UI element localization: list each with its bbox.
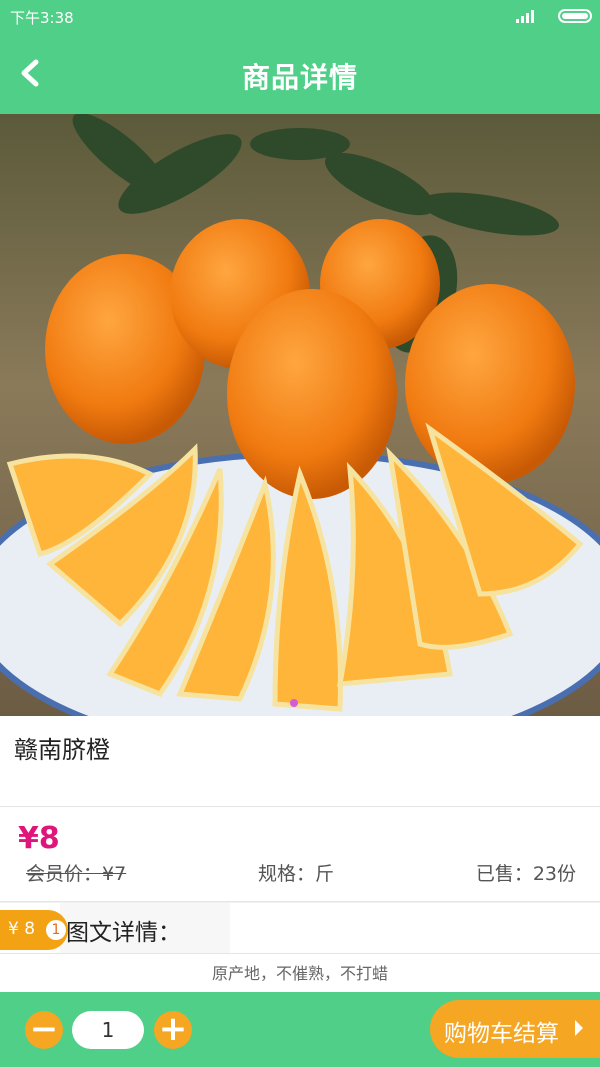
product-name: 赣南脐橙 <box>14 736 110 764</box>
product-image[interactable] <box>0 114 600 716</box>
product-description: 原产地，不催熟，不打蜡 <box>0 954 600 992</box>
quantity-input[interactable]: 1 <box>72 1011 144 1049</box>
product-spec: 规格：斤 <box>258 863 335 885</box>
bottom-action-bar: − 1 + 购物车结算 <box>0 992 600 1067</box>
chevron-right-icon <box>575 1020 583 1036</box>
member-price: 会员价：¥7 <box>26 863 127 885</box>
app-header: 商品详情 <box>0 32 600 114</box>
status-time: 下午3:38 <box>10 9 74 27</box>
decrease-quantity-button[interactable]: − <box>25 1011 63 1049</box>
product-name-section: 赣南脐橙 <box>0 716 600 807</box>
floating-cart-button[interactable]: ¥ 8 1 <box>0 910 68 950</box>
product-price: ¥8 <box>18 821 60 856</box>
detail-header: 图文详情： <box>0 903 600 954</box>
signal-icon <box>516 9 536 23</box>
cart-count-badge: 1 <box>46 920 66 940</box>
battery-icon <box>558 9 592 23</box>
status-bar: 下午3:38 <box>0 0 600 32</box>
sold-count: 已售：23份 <box>475 863 576 885</box>
page-title: 商品详情 <box>241 61 358 94</box>
detail-label: 图文详情： <box>66 920 181 946</box>
increase-quantity-button[interactable]: + <box>154 1011 192 1049</box>
price-section: ¥8 会员价：¥7 规格：斤 已售：23份 <box>0 807 600 902</box>
checkout-button[interactable]: 购物车结算 <box>430 1000 600 1058</box>
checkout-label: 购物车结算 <box>444 1021 559 1047</box>
carousel-indicator[interactable] <box>290 699 298 707</box>
cart-amount: ¥ 8 <box>8 919 36 939</box>
